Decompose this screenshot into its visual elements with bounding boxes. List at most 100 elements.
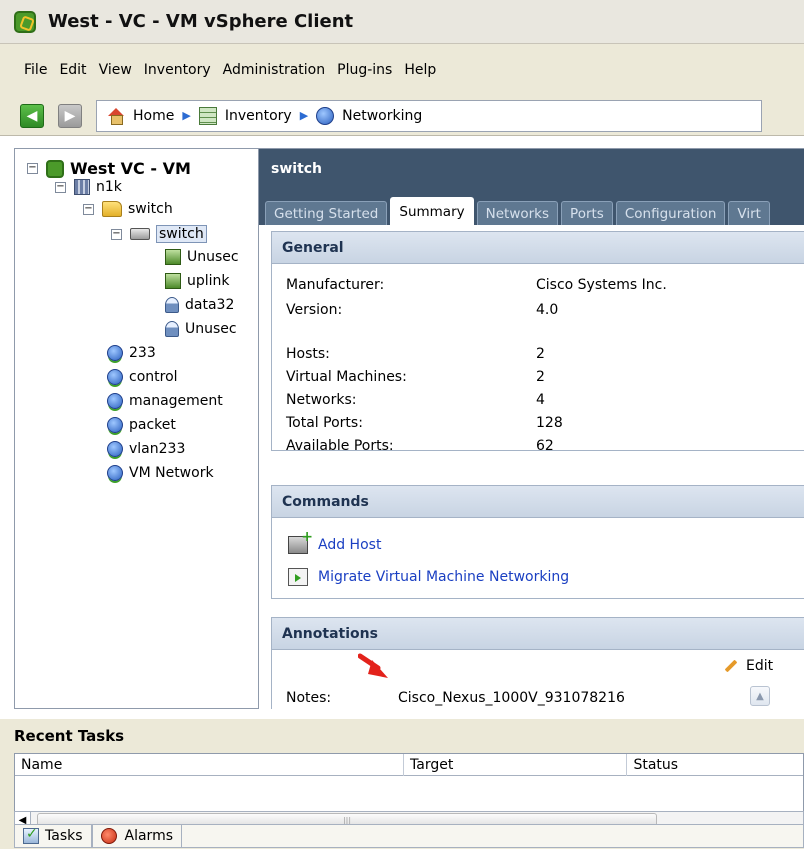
collapse-icon[interactable]: − xyxy=(111,228,122,240)
object-title: switch xyxy=(271,161,323,177)
tab-configuration[interactable]: Configuration xyxy=(615,201,726,225)
tree-item-portgroup[interactable]: Unusec xyxy=(165,321,237,337)
inventory-tree: − West VC - VM − n1k − switch − switch U… xyxy=(14,148,259,709)
tree-label: packet xyxy=(129,417,176,433)
general-section: General Manufacturer: Cisco Systems Inc.… xyxy=(271,231,804,454)
navigation-bar: ◀ ▶ Home ▶ Inventory ▶ Networking xyxy=(0,96,804,136)
tree-item-portgroup[interactable]: uplink xyxy=(165,273,230,289)
commands-section: Commands Add Host Migrate Virtual Machin… xyxy=(271,485,804,599)
datacenter-icon xyxy=(74,179,90,195)
add-host-icon xyxy=(288,529,313,554)
migrate-vm-networking-label: Migrate Virtual Machine Networking xyxy=(318,569,570,585)
tree-item-network[interactable]: 233 xyxy=(107,345,156,361)
detail-panel: switch Getting Started Summary Networks … xyxy=(259,148,804,709)
tab-networks[interactable]: Networks xyxy=(476,201,559,225)
menu-file[interactable]: File xyxy=(18,62,53,78)
status-bar: Tasks Alarms xyxy=(14,823,804,849)
total-ports-label: Total Ports: xyxy=(286,415,363,431)
tree-item-network[interactable]: management xyxy=(107,393,223,409)
menu-view[interactable]: View xyxy=(93,62,138,78)
hosts-label: Hosts: xyxy=(286,346,330,362)
section-title: General xyxy=(272,232,804,264)
notes-label: Notes: xyxy=(286,690,332,706)
edit-annotations-link[interactable]: Edit xyxy=(724,658,773,674)
column-status[interactable]: Status xyxy=(627,754,803,776)
annotations-section: Annotations Edit Notes: Cisco_Nexus_1000… xyxy=(271,617,804,709)
menu-inventory[interactable]: Inventory xyxy=(138,62,217,78)
network-icon xyxy=(107,441,123,457)
breadcrumb-inventory[interactable]: Inventory xyxy=(198,106,292,125)
tab-summary[interactable]: Summary xyxy=(390,197,474,225)
tree-label: management xyxy=(129,393,223,409)
edit-label: Edit xyxy=(746,658,774,674)
tree-item-network[interactable]: VM Network xyxy=(107,465,214,481)
tab-getting-started[interactable]: Getting Started xyxy=(265,201,388,225)
alarms-tab[interactable]: Alarms xyxy=(91,824,183,848)
alarms-tab-label: Alarms xyxy=(124,828,174,844)
tree-label: n1k xyxy=(96,179,122,195)
inventory-icon xyxy=(198,106,217,125)
switch-icon xyxy=(130,228,150,240)
breadcrumb: Home ▶ Inventory ▶ Networking xyxy=(96,99,762,132)
available-ports-value: 62 xyxy=(536,438,554,454)
tree-item-network[interactable]: control xyxy=(107,369,178,385)
migrate-icon xyxy=(288,568,308,586)
vsphere-app-icon xyxy=(14,10,36,33)
collapse-icon[interactable]: − xyxy=(55,181,66,193)
forward-button[interactable]: ▶ xyxy=(58,103,82,128)
virtual-machines-label: Virtual Machines: xyxy=(286,369,407,385)
menu-help[interactable]: Help xyxy=(398,62,442,78)
breadcrumb-home[interactable]: Home xyxy=(107,107,174,125)
manufacturer-label: Manufacturer: xyxy=(286,277,385,293)
breadcrumb-networking[interactable]: Networking xyxy=(316,106,423,125)
tree-item-portgroup[interactable]: Unusec xyxy=(165,249,239,265)
add-host-label: Add Host xyxy=(318,537,382,553)
menu-plugins[interactable]: Plug-ins xyxy=(331,62,398,78)
column-name[interactable]: Name xyxy=(15,754,404,776)
pencil-icon xyxy=(724,659,738,673)
tree-item-portgroup[interactable]: data32 xyxy=(165,297,234,313)
tree-item-datacenter[interactable]: − n1k xyxy=(55,179,122,195)
collapse-icon[interactable]: − xyxy=(83,203,94,215)
tree-label: West VC - VM xyxy=(70,159,191,178)
tree-item-network[interactable]: packet xyxy=(107,417,176,433)
breadcrumb-networking-label: Networking xyxy=(342,107,423,124)
tasks-tab[interactable]: Tasks xyxy=(14,824,92,848)
network-icon xyxy=(107,465,123,481)
status-bar-filler xyxy=(182,824,804,848)
section-title: Annotations xyxy=(272,618,804,650)
migrate-vm-networking-link[interactable]: Migrate Virtual Machine Networking xyxy=(288,568,569,586)
back-button[interactable]: ◀ xyxy=(20,103,44,128)
network-icon xyxy=(107,345,123,361)
tree-label: Unusec xyxy=(187,249,239,265)
tab-ports[interactable]: Ports xyxy=(561,201,613,225)
version-label: Version: xyxy=(286,302,343,318)
tree-label: vlan233 xyxy=(129,441,186,457)
tree-item-dvswitch[interactable]: − switch xyxy=(111,225,207,243)
column-target[interactable]: Target xyxy=(404,754,628,776)
menu-edit[interactable]: Edit xyxy=(53,62,92,78)
portgroup-icon xyxy=(165,321,179,337)
tab-virtual-machines[interactable]: Virt xyxy=(728,201,770,225)
tree-label: VM Network xyxy=(129,465,214,481)
manufacturer-value: Cisco Systems Inc. xyxy=(536,277,667,293)
tasks-table: Name Target Status xyxy=(14,753,804,815)
tree-item-vcenter[interactable]: − West VC - VM xyxy=(27,159,191,178)
version-value: 4.0 xyxy=(536,302,559,318)
window-title: West - VC - VM vSphere Client xyxy=(48,11,354,32)
tasks-icon xyxy=(23,826,39,844)
add-host-link[interactable]: Add Host xyxy=(288,529,382,554)
portgroup-icon xyxy=(165,297,179,313)
menu-administration[interactable]: Administration xyxy=(217,62,331,78)
virtual-machines-value: 2 xyxy=(536,369,545,385)
collapse-icon[interactable]: − xyxy=(27,163,38,174)
uplink-portgroup-icon xyxy=(165,249,181,265)
title-bar: West - VC - VM vSphere Client xyxy=(0,0,804,44)
scroll-up-button[interactable]: ▲ xyxy=(750,686,770,706)
tree-item-network[interactable]: vlan233 xyxy=(107,441,185,457)
chevron-right-icon: ▶ xyxy=(299,109,309,122)
networks-label: Networks: xyxy=(286,392,357,408)
tree-item-folder[interactable]: − switch xyxy=(83,201,173,217)
tasks-tab-label: Tasks xyxy=(45,828,83,844)
tree-label: Unusec xyxy=(185,321,237,337)
